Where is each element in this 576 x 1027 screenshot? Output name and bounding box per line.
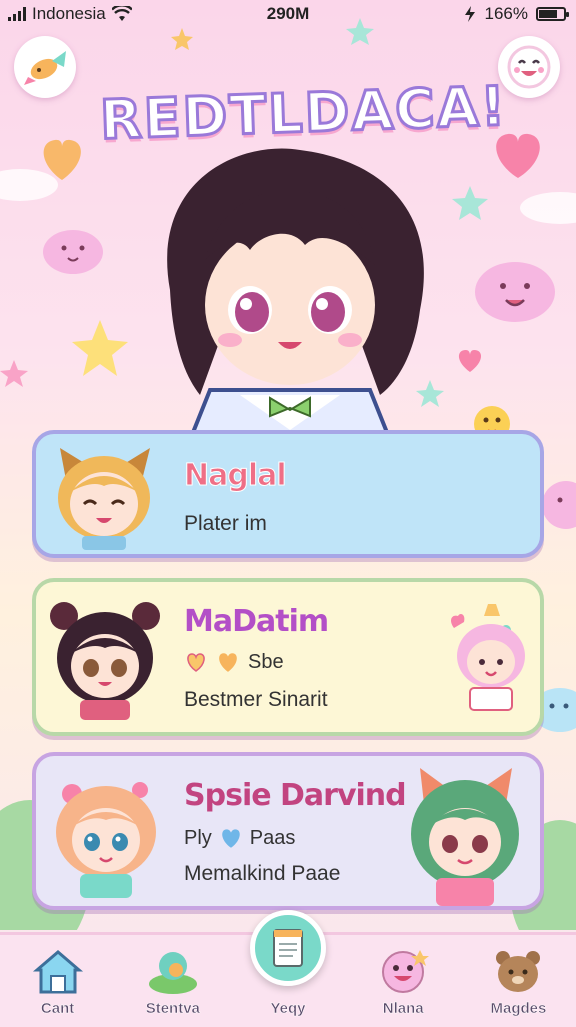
heart-icon <box>222 829 240 848</box>
cloud-face-icon <box>475 262 555 322</box>
status-bar: Indonesia 290M 166% <box>0 0 576 28</box>
battery-icon <box>536 7 569 21</box>
character-card-3[interactable]: Spsie Darvind Ply Paas Memalkind Paae <box>32 752 544 910</box>
star-icon <box>72 320 128 376</box>
cat-ear-girl-icon <box>58 448 150 550</box>
tag-label: Sbe <box>248 650 284 673</box>
nav-item-nlana[interactable]: Nlana <box>346 935 461 1027</box>
nav-label: Nlana <box>382 1000 424 1018</box>
character-subtitle: Bestmer Sinarit <box>184 688 328 711</box>
heart-icon <box>458 350 482 372</box>
house-icon <box>32 950 83 994</box>
nav-item-magdes[interactable]: Magdes <box>461 935 576 1027</box>
green-hair-cat-girl-icon <box>411 768 519 906</box>
candy-fish-icon <box>24 51 66 85</box>
nav-item-cant[interactable]: Cant <box>0 935 115 1027</box>
character-name: MaDatim <box>184 604 329 639</box>
park-icon <box>148 952 197 994</box>
character-card-1[interactable]: Naglal Plater im <box>32 430 544 558</box>
nav-label: Yeqy <box>270 1000 306 1018</box>
flower-girl-icon <box>56 782 156 898</box>
nav-item-stentva[interactable]: Stentva <box>115 935 230 1027</box>
signal-icon <box>8 7 26 21</box>
tag-label: Ply <box>184 826 212 849</box>
candy-menu-button[interactable] <box>14 36 76 98</box>
carrier-label: Indonesia <box>32 4 106 23</box>
character-subtitle: Plater im <box>184 512 267 535</box>
character-tags: Sbe <box>184 650 284 674</box>
character-card-2[interactable]: MaDatim Sbe Bestmer Sinarit <box>32 578 544 736</box>
mini-character-icon <box>451 604 525 711</box>
bear-icon <box>496 951 541 992</box>
character-name: Naglal <box>184 458 288 494</box>
star-icon <box>452 186 488 220</box>
heart-icon <box>187 653 205 672</box>
status-left: Indonesia <box>8 4 132 24</box>
notepad-center-button[interactable] <box>250 910 326 986</box>
hero-character-illustration <box>167 148 424 440</box>
character-name: Spsie Darvind <box>184 778 407 813</box>
status-right: 166% <box>463 4 569 24</box>
heart-icon <box>43 139 81 180</box>
battery-percent: 166% <box>484 4 528 23</box>
cloud-face-icon <box>43 230 103 274</box>
nav-label: Magdes <box>490 1000 547 1018</box>
tag-label-2: Paas <box>249 826 296 849</box>
charging-icon <box>464 6 475 22</box>
heart-icon <box>496 133 540 178</box>
star-icon <box>171 28 193 50</box>
wifi-icon <box>111 6 132 21</box>
bear-ear-girl-icon <box>50 602 160 720</box>
nav-label: Stentva <box>145 1000 200 1018</box>
character-tags: Ply Paas <box>184 826 295 850</box>
slime-face-icon <box>542 481 576 529</box>
notepad-icon <box>273 929 303 967</box>
profile-face-button[interactable] <box>498 36 560 98</box>
star-icon <box>0 360 28 387</box>
nav-label: Cant <box>40 1000 75 1018</box>
heart-icon <box>219 653 237 672</box>
smiley-icon <box>382 950 430 993</box>
character-subtitle: Memalkind Paae <box>184 862 341 885</box>
smiley-face-icon <box>507 45 551 89</box>
